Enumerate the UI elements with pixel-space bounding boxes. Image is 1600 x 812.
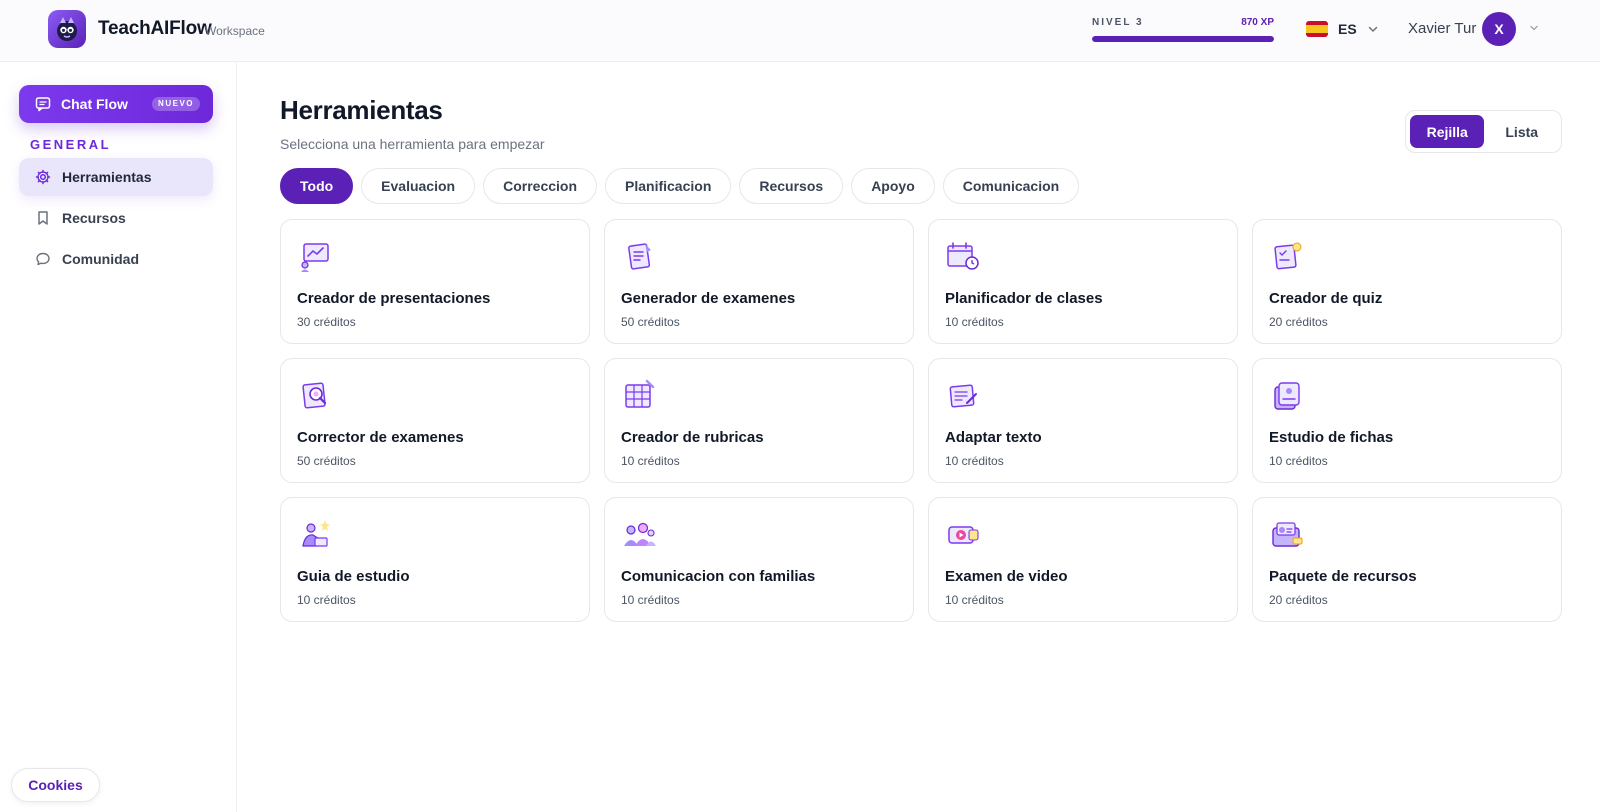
view-toggle: Rejilla Lista [1405, 110, 1562, 153]
tab-comunicacion[interactable]: Comunicacion [942, 168, 1080, 204]
top-header: TeachAIFlow Workspace NIVEL 3 870 XP ES … [0, 0, 1600, 62]
tool-credits: 10 créditos [297, 593, 356, 607]
tab-recursos[interactable]: Recursos [739, 168, 844, 204]
language-code: ES [1338, 21, 1357, 37]
calendar-icon [947, 242, 979, 270]
tool-name: Adaptar texto [945, 429, 1042, 446]
avatar[interactable]: X [1482, 12, 1516, 46]
sidebar-item-label: Recursos [62, 210, 126, 226]
user-menu-chevron-icon[interactable] [1528, 22, 1540, 34]
category-tabs: Todo Evaluacion Correccion Planificacion… [280, 168, 1080, 204]
tool-card[interactable]: Generador de examenes 50 créditos [604, 219, 914, 344]
tool-card[interactable]: Corrector de examenes 50 créditos [280, 358, 590, 483]
xp-progress-fill [1092, 36, 1274, 42]
tool-credits: 10 créditos [621, 593, 680, 607]
tab-planificacion[interactable]: Planificacion [605, 168, 732, 204]
app-logo[interactable] [48, 10, 86, 48]
tab-evaluacion[interactable]: Evaluacion [361, 168, 476, 204]
tool-card[interactable]: Comunicacion con familias 10 créditos [604, 497, 914, 622]
study-guide-icon [302, 520, 330, 547]
tool-credits: 50 créditos [621, 315, 680, 329]
new-badge: NUEVO [152, 97, 200, 111]
rubric-icon [625, 379, 655, 408]
tool-card[interactable]: Guia de estudio 10 créditos [280, 497, 590, 622]
tool-card[interactable]: Creador de quiz 20 créditos [1252, 219, 1562, 344]
tool-card[interactable]: Planificador de clases 10 créditos [928, 219, 1238, 344]
sidebar-item-label: Comunidad [62, 251, 139, 267]
chat-icon [35, 97, 51, 112]
brand-name: TeachAIFlow [98, 18, 212, 39]
chat-bubble-icon [36, 252, 50, 266]
spain-flag-icon [1306, 21, 1328, 37]
page-title: Herramientas [280, 95, 443, 125]
tool-name: Generador de examenes [621, 290, 796, 307]
tool-card[interactable]: Estudio de fichas 10 créditos [1252, 358, 1562, 483]
mascot-icon [57, 17, 77, 41]
tab-todo[interactable]: Todo [280, 168, 354, 204]
list-view-button[interactable]: Lista [1486, 115, 1557, 148]
sidebar-item-recursos[interactable]: Recursos [19, 199, 213, 237]
sidebar-item-label: Herramientas [62, 169, 152, 185]
tool-name: Guia de estudio [297, 568, 410, 585]
level-label: NIVEL 3 [1092, 17, 1144, 28]
tool-credits: 10 créditos [945, 315, 1004, 329]
text-edit-icon [949, 384, 977, 408]
tool-name: Creador de quiz [1269, 290, 1383, 307]
page-subtitle: Selecciona una herramienta para empezar [280, 136, 545, 152]
family-icon [624, 522, 656, 546]
user-name[interactable]: Xavier Tur [1408, 20, 1476, 37]
tool-name: Creador de presentaciones [297, 290, 491, 307]
sidebar-item-comunidad[interactable]: Comunidad [19, 240, 213, 278]
tool-name: Creador de rubricas [621, 429, 764, 446]
xp-label: 870 XP [1241, 17, 1274, 28]
tool-name: Paquete de recursos [1269, 568, 1417, 585]
tool-name: Estudio de fichas [1269, 429, 1394, 446]
xp-progress-bar [1092, 36, 1274, 42]
tool-credits: 10 créditos [945, 454, 1004, 468]
exam-icon [628, 243, 651, 270]
tool-name: Examen de video [945, 568, 1068, 585]
tool-card[interactable]: Examen de video 10 créditos [928, 497, 1238, 622]
tool-card[interactable]: Creador de presentaciones 30 créditos [280, 219, 590, 344]
quiz-icon [1274, 242, 1302, 270]
tool-card[interactable]: Creador de rubricas 10 créditos [604, 358, 914, 483]
grid-view-button[interactable]: Rejilla [1410, 115, 1485, 148]
tab-apoyo[interactable]: Apoyo [851, 168, 935, 204]
presentation-icon [301, 243, 329, 272]
video-icon [948, 526, 979, 544]
tool-credits: 30 créditos [297, 315, 356, 329]
gear-icon [35, 169, 51, 185]
tool-card[interactable]: Paquete de recursos 20 créditos [1252, 497, 1562, 622]
sidebar: Chat Flow NUEVO GENERAL Herramientas Rec… [0, 62, 237, 812]
tool-credits: 10 créditos [621, 454, 680, 468]
section-title-general: GENERAL [30, 137, 112, 152]
brand-subtitle: Workspace [205, 24, 265, 38]
tool-name: Corrector de examenes [297, 429, 464, 446]
language-selector[interactable]: ES [1306, 17, 1379, 41]
resource-pack-icon [1272, 522, 1303, 547]
tool-name: Planificador de clases [945, 290, 1103, 307]
sidebar-item-herramientas[interactable]: Herramientas [19, 158, 213, 196]
tool-credits: 50 créditos [297, 454, 356, 468]
tool-credits: 10 créditos [945, 593, 1004, 607]
tool-credits: 20 créditos [1269, 315, 1328, 329]
tool-name: Comunicacion con familias [621, 568, 816, 585]
tools-grid: Creador de presentaciones 30 créditos Ge… [280, 219, 1563, 622]
tool-credits: 20 créditos [1269, 593, 1328, 607]
tool-credits: 10 créditos [1269, 454, 1328, 468]
cookies-button[interactable]: Cookies [11, 768, 100, 802]
bookmark-icon [38, 211, 48, 225]
chat-flow-label: Chat Flow [61, 96, 128, 112]
chat-flow-button[interactable]: Chat Flow NUEVO [19, 85, 213, 123]
grader-icon [302, 382, 327, 409]
tab-correccion[interactable]: Correccion [483, 168, 598, 204]
chevron-down-icon [1368, 26, 1377, 33]
flashcards-icon [1274, 382, 1300, 410]
tool-card[interactable]: Adaptar texto 10 créditos [928, 358, 1238, 483]
